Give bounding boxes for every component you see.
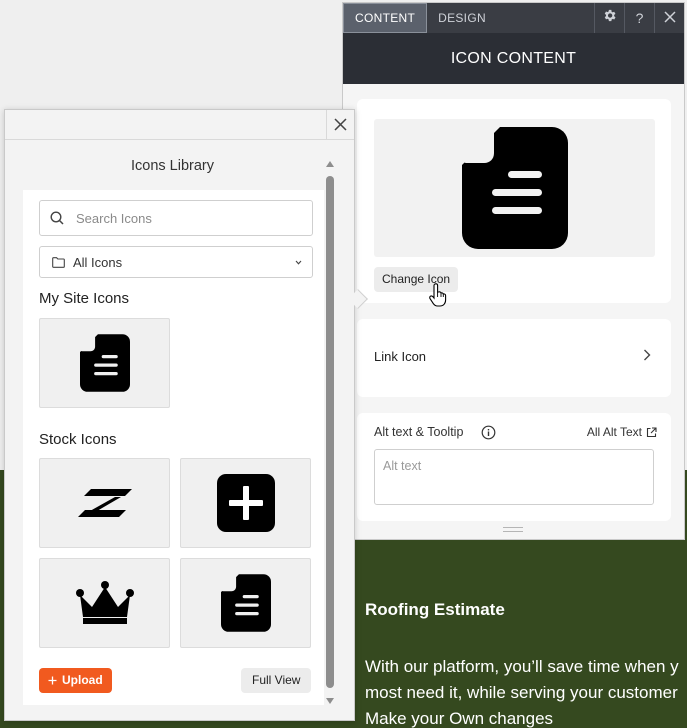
plus-icon	[48, 676, 57, 685]
my-site-icons-heading: My Site Icons	[39, 290, 130, 307]
icons-library-dialog: Icons Library All Icons My Site Icons	[4, 109, 368, 721]
stock-icons-heading: Stock Icons	[39, 431, 117, 448]
icon-settings-panel: CONTENT DESIGN ? ICON CONTENT Change Ico…	[342, 2, 685, 540]
close-panel-button[interactable]	[654, 3, 684, 33]
full-view-button[interactable]: Full View	[241, 668, 312, 693]
stock-icon-tile[interactable]	[39, 458, 170, 548]
close-library-button[interactable]	[326, 110, 354, 139]
alt-text-label: Alt text & Tooltip	[374, 425, 464, 439]
gear-icon	[604, 9, 616, 22]
upload-button[interactable]: Upload	[39, 668, 112, 693]
stock-icon-tile[interactable]	[39, 558, 170, 648]
site-paragraph-line: most need it, while serving your custome…	[365, 683, 678, 702]
category-dropdown[interactable]: All Icons	[39, 246, 313, 278]
library-scrollbar[interactable]	[325, 160, 335, 705]
close-icon	[334, 118, 347, 131]
site-paragraph-line: Make your Own changes	[365, 709, 554, 728]
scroll-up-arrow-icon[interactable]	[325, 160, 335, 168]
panel-resize-handle[interactable]	[503, 527, 523, 532]
tab-content[interactable]: CONTENT	[343, 3, 428, 33]
alt-text-card: Alt text & Tooltip All Alt Text	[357, 413, 671, 521]
help-button[interactable]: ?	[624, 3, 654, 33]
chevron-right-icon	[644, 349, 651, 361]
library-header	[5, 110, 354, 140]
close-icon	[663, 11, 676, 23]
category-selected-value: All Icons	[73, 254, 123, 270]
scrollbar-thumb[interactable]	[326, 176, 334, 688]
site-heading: Roofing Estimate	[365, 600, 505, 619]
info-icon[interactable]	[481, 425, 496, 440]
icon-preview-card: Change Icon	[357, 99, 671, 307]
site-paragraph: With our platform, you’ll save time when…	[365, 654, 687, 728]
upload-label: Upload	[62, 673, 103, 687]
alt-text-input[interactable]	[374, 449, 654, 505]
document-icon	[220, 574, 271, 632]
settings-button[interactable]	[594, 3, 624, 33]
search-input[interactable]	[76, 210, 276, 226]
site-paragraph-line: With our platform, you’ll save time when…	[365, 657, 679, 676]
icon-preview-area	[374, 119, 655, 257]
link-icon-label: Link Icon	[374, 349, 427, 364]
document-icon	[462, 127, 568, 249]
stock-icon-tile[interactable]	[180, 558, 311, 648]
search-icon	[50, 211, 64, 225]
external-link-icon	[646, 426, 657, 437]
all-alt-text-label: All Alt Text	[586, 425, 642, 439]
library-content: All Icons My Site Icons Stock Icons	[23, 190, 324, 705]
panel-topbar: CONTENT DESIGN ?	[343, 3, 684, 33]
chevron-down-icon	[295, 260, 302, 265]
z-arrows-icon	[77, 489, 132, 517]
panel-title: ICON CONTENT	[343, 33, 684, 84]
hand-cursor-icon	[429, 283, 447, 307]
scroll-down-arrow-icon[interactable]	[325, 697, 335, 705]
my-site-icon-tile[interactable]	[39, 318, 170, 408]
link-icon-row[interactable]: Link Icon	[357, 319, 671, 397]
crown-icon	[75, 581, 134, 624]
folder-icon	[52, 256, 65, 268]
document-icon	[79, 334, 130, 392]
stock-icon-tile[interactable]	[180, 458, 311, 548]
library-title: Icons Library	[130, 158, 214, 174]
plus-square-icon	[216, 474, 275, 532]
all-alt-text-link[interactable]: All Alt Text	[587, 425, 657, 439]
tab-design[interactable]: DESIGN	[427, 3, 497, 33]
search-box[interactable]	[39, 200, 313, 236]
